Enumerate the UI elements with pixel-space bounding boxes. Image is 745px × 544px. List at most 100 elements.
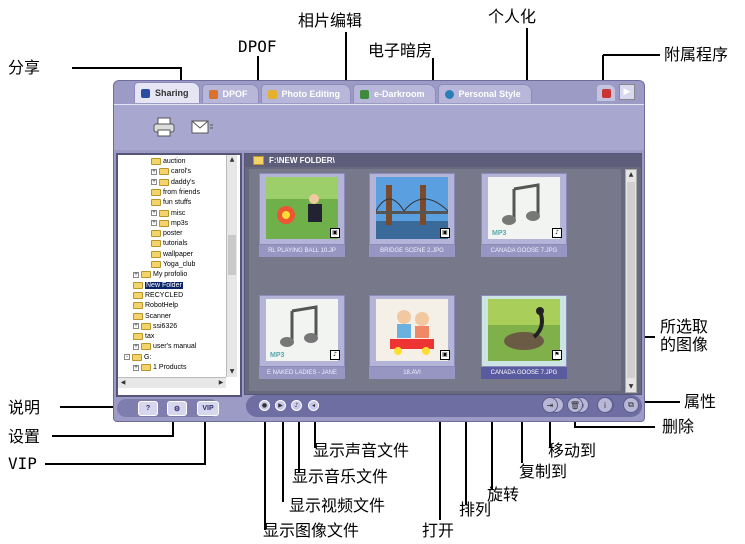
thumbnail[interactable]: ▣ RL PLAYING BALL 10.JP <box>259 173 345 259</box>
callout-e-darkroom: 电子暗房 <box>368 41 433 60</box>
tree-node-label: My profolio <box>153 271 188 279</box>
help-settings-bar: ? ⚙ VIP <box>117 399 219 417</box>
file-type-badge: ▣ <box>440 350 450 360</box>
tab-photo-editing[interactable]: Photo Editing <box>260 84 352 103</box>
thumbnail[interactable]: MP3 ♪ CANADA GOOSE 7.JPG <box>481 173 567 259</box>
scroll-down-arrow[interactable]: ▼ <box>227 367 237 377</box>
tree-node-label: 1 Products <box>153 364 187 371</box>
folder-icon <box>253 156 264 165</box>
tree-node-label: misc <box>171 209 186 217</box>
show-audio-files-button[interactable]: ◂ <box>308 400 319 411</box>
photo-bridge <box>375 177 449 239</box>
thumbnail-selected[interactable]: ⚑ CANADA GOOSE 7.JPG <box>481 295 567 381</box>
show-image-files-button[interactable]: ● <box>259 400 270 411</box>
folder-tree: auction + carol's + daddy's from friends fun s… <box>120 155 224 377</box>
file-type-badge: ▣ <box>330 228 340 238</box>
delete-button[interactable]: 🗑 <box>567 397 583 413</box>
tab-scroll-right-button[interactable]: ▶ <box>619 84 635 100</box>
thumbnail-image: MP3 <box>266 299 338 361</box>
tree-node-label: ssi6326 <box>153 322 178 330</box>
settings-button[interactable]: ⚙ <box>167 401 187 416</box>
tab-sharing[interactable]: Sharing <box>134 82 200 103</box>
scroll-down-arrow[interactable]: ▼ <box>626 382 636 392</box>
tree-node[interactable]: +1 Products <box>133 363 186 372</box>
thumbnail[interactable]: MP3 ♪ E NAKED LADIES - JANE <box>259 295 345 381</box>
tree-node[interactable]: RECYCLED <box>133 291 183 300</box>
scroll-left-arrow[interactable]: ◀ <box>118 378 128 388</box>
palette-icon <box>444 89 454 99</box>
tree-expander[interactable]: - <box>124 354 130 361</box>
tree-node[interactable]: + carol's <box>151 167 191 176</box>
tree-node[interactable]: New Folder <box>133 281 183 290</box>
callout-delete: 删除 <box>662 417 695 436</box>
tab-dpof[interactable]: DPOF <box>201 84 259 103</box>
tree-node[interactable]: + mp3s <box>151 219 188 228</box>
scroll-right-arrow[interactable]: ▶ <box>216 378 226 388</box>
move-to-button[interactable]: ⇥ <box>542 397 558 413</box>
tree-node-label: Scanner <box>145 312 172 320</box>
tree-horizontal-scrollbar[interactable]: ◀ ▶ <box>118 377 226 388</box>
tree-node-label: tax <box>145 333 155 341</box>
tree-expander[interactable]: + <box>151 179 157 186</box>
tree-node[interactable]: wallpaper <box>151 250 193 259</box>
scroll-thumb[interactable] <box>228 235 236 275</box>
tree-node[interactable]: tutorials <box>151 239 188 248</box>
tree-node[interactable]: - G: <box>124 353 151 362</box>
callout-photo-editing: 相片编辑 <box>298 11 363 30</box>
copy-to-button[interactable]: ⧉ <box>623 397 639 413</box>
tree-node-label: fun stuffs <box>163 199 192 207</box>
tree-node[interactable]: fun stuffs <box>151 198 191 207</box>
scroll-up-arrow[interactable]: ▲ <box>626 170 636 180</box>
callout-copy-to: 复制到 <box>519 462 568 481</box>
tree-node-label: auction <box>163 158 186 165</box>
callout-vip: VIP <box>8 454 37 473</box>
tree-node[interactable]: from friends <box>151 188 200 197</box>
tab-personal-style[interactable]: Personal Style <box>437 84 532 103</box>
tree-node[interactable]: Yoga_club <box>151 260 195 269</box>
tab-label: DPOF <box>222 89 248 99</box>
film-icon <box>360 89 370 99</box>
tree-expander[interactable]: + <box>133 323 139 330</box>
help-button[interactable]: ? <box>138 401 158 416</box>
tree-expander[interactable]: + <box>151 210 157 216</box>
tree-node-label: RobotHelp <box>145 302 179 310</box>
tree-node[interactable]: Scanner <box>133 312 171 321</box>
tree-node[interactable]: + daddy's <box>151 178 195 187</box>
browser-vertical-scrollbar[interactable]: ▲ ▼ <box>625 169 637 393</box>
tree-vertical-scrollbar[interactable]: ▲ ▼ <box>226 155 237 377</box>
show-music-files-button[interactable]: ♪ <box>291 400 302 411</box>
folder-icon <box>141 322 151 330</box>
tree-node[interactable]: auction <box>151 157 186 166</box>
tree-expander[interactable]: + <box>133 271 139 278</box>
tree-node[interactable]: tax <box>133 332 154 341</box>
tree-expander[interactable]: + <box>133 364 139 371</box>
folder-icon <box>151 199 161 207</box>
tree-node[interactable]: RobotHelp <box>133 301 178 310</box>
callout-show-music: 显示音乐文件 <box>292 467 389 486</box>
tree-node[interactable]: + misc <box>151 209 185 218</box>
tree-expander[interactable]: + <box>151 220 157 227</box>
email-button[interactable] <box>188 115 216 139</box>
callout-show-image: 显示图像文件 <box>263 521 360 540</box>
properties-button[interactable]: i <box>597 397 613 413</box>
tree-node[interactable]: + My profolio <box>133 270 187 279</box>
folder-icon <box>159 168 169 176</box>
tab-e-darkroom[interactable]: e-Darkroom <box>353 84 436 103</box>
scroll-up-arrow[interactable]: ▲ <box>227 155 237 165</box>
svg-text:MP3: MP3 <box>270 352 285 359</box>
scroll-thumb[interactable] <box>627 182 635 378</box>
thumbnail[interactable]: ▣ BRIDGE SCENE 2.JPG <box>369 173 455 259</box>
tree-node[interactable]: poster <box>151 229 182 238</box>
thumbnail[interactable]: ▣ 18.AVI <box>369 295 455 381</box>
music-note-icon: MP3 <box>488 177 560 239</box>
tree-expander[interactable]: + <box>151 168 157 175</box>
vip-button[interactable]: VIP <box>197 401 219 416</box>
folder-icon <box>159 219 169 227</box>
tree-expander[interactable]: + <box>133 343 139 350</box>
tree-node[interactable]: + ssi6326 <box>133 322 177 331</box>
gift-icon <box>601 88 611 98</box>
print-button[interactable] <box>150 115 178 139</box>
show-video-files-button[interactable]: ▶ <box>275 400 286 411</box>
tab-accessories[interactable] <box>597 85 615 101</box>
tree-node[interactable]: + user's manual <box>133 342 196 351</box>
